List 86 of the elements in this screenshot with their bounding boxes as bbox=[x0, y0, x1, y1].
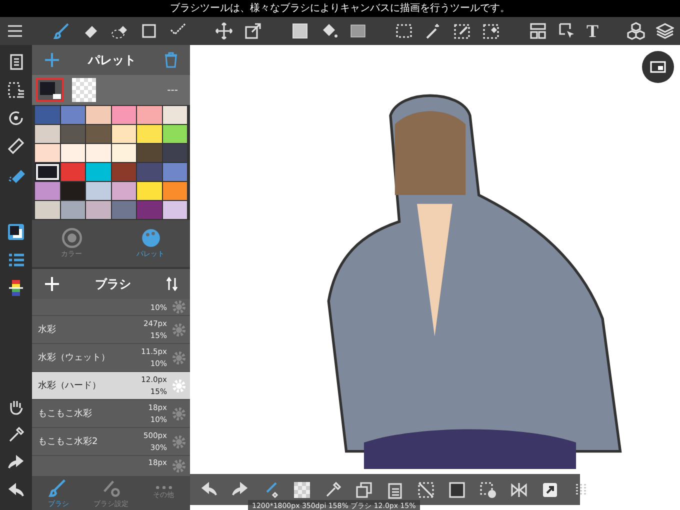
brush-name: 水彩（ウェット） bbox=[38, 352, 111, 364]
pages-icon[interactable] bbox=[7, 53, 25, 71]
tool-hint-text: ブラシツールは、様々なブラシによりキャンバスに描画を行うツールです。 bbox=[0, 0, 680, 17]
color-swatch[interactable] bbox=[35, 144, 60, 162]
color-swatch[interactable] bbox=[60, 106, 85, 124]
color-swatch-icon[interactable] bbox=[7, 223, 25, 241]
selection-pen-icon[interactable] bbox=[453, 22, 471, 40]
eyedropper-icon[interactable] bbox=[7, 426, 25, 444]
gradient-icon[interactable] bbox=[348, 22, 366, 40]
color-swatch[interactable] bbox=[35, 125, 60, 143]
color-swatch[interactable] bbox=[112, 106, 136, 124]
color-swatch[interactable] bbox=[112, 125, 136, 143]
color-swatch[interactable] bbox=[60, 144, 85, 162]
brush-name: もこもこ水彩 bbox=[38, 408, 93, 420]
paste-icon[interactable] bbox=[386, 480, 404, 498]
transform-icon[interactable] bbox=[244, 22, 262, 40]
transparent-swatch-icon[interactable] bbox=[293, 480, 311, 498]
brush-name: 水彩（ハード） bbox=[38, 380, 102, 392]
fill-selection-icon[interactable] bbox=[448, 480, 466, 498]
color-swatch[interactable] bbox=[86, 106, 110, 124]
cubes-icon[interactable] bbox=[627, 22, 646, 40]
shortcut-icon[interactable] bbox=[541, 480, 559, 498]
more-icon bbox=[156, 486, 172, 490]
color-swatch[interactable] bbox=[137, 201, 162, 219]
color-swatch[interactable] bbox=[60, 201, 85, 219]
sort-icon[interactable] bbox=[166, 277, 178, 291]
color-swatch[interactable] bbox=[35, 163, 60, 181]
color-swatch[interactable] bbox=[162, 125, 187, 143]
menu-icon[interactable] bbox=[6, 22, 24, 40]
color-swatch[interactable] bbox=[86, 182, 110, 200]
brush-name: 水彩 bbox=[38, 324, 57, 336]
current-color-icon[interactable] bbox=[36, 78, 64, 102]
color-swatch[interactable] bbox=[112, 163, 136, 181]
color-square-icon[interactable] bbox=[290, 22, 308, 40]
color-swatch[interactable] bbox=[137, 163, 162, 181]
color-swatch[interactable] bbox=[60, 125, 85, 143]
copy-icon[interactable] bbox=[355, 480, 373, 498]
rotate-icon[interactable] bbox=[7, 109, 25, 127]
selection-icon[interactable] bbox=[395, 22, 413, 40]
eyedropper-icon[interactable] bbox=[324, 480, 342, 498]
brush-name: もこもこ水彩2 bbox=[38, 436, 99, 448]
color-swatch[interactable] bbox=[112, 201, 136, 219]
color-swatch[interactable] bbox=[35, 182, 60, 200]
navigator-icon[interactable] bbox=[642, 51, 674, 83]
color-swatch[interactable] bbox=[86, 201, 110, 219]
rectangle-icon[interactable] bbox=[140, 22, 158, 40]
color-swatch[interactable] bbox=[162, 163, 187, 181]
layer-list-icon[interactable] bbox=[7, 251, 25, 269]
color-wheel-icon bbox=[62, 228, 82, 248]
hand-icon[interactable] bbox=[7, 398, 25, 416]
color-spectrum-icon[interactable] bbox=[7, 279, 25, 297]
magic-wand-icon[interactable] bbox=[424, 22, 442, 40]
color-swatch[interactable] bbox=[137, 106, 162, 124]
color-swatch[interactable] bbox=[162, 144, 187, 162]
layers-icon[interactable] bbox=[656, 22, 674, 40]
color-swatch[interactable] bbox=[60, 163, 85, 181]
color-swatch[interactable] bbox=[137, 144, 162, 162]
color-swatch[interactable] bbox=[112, 182, 136, 200]
color-swatch[interactable] bbox=[162, 201, 187, 219]
color-swatch[interactable] bbox=[112, 144, 136, 162]
flip-icon[interactable] bbox=[510, 480, 528, 498]
text-tool-button[interactable]: T bbox=[586, 22, 599, 40]
transparent-swatch[interactable] bbox=[72, 78, 96, 102]
selection-list-icon[interactable] bbox=[7, 81, 25, 99]
color-swatch[interactable] bbox=[137, 182, 162, 200]
color-swatch[interactable] bbox=[86, 163, 110, 181]
panel-layout-icon[interactable] bbox=[528, 22, 546, 40]
panel-title: ブラシ bbox=[95, 276, 131, 292]
panel-title: パレット bbox=[88, 52, 136, 68]
clear-icon[interactable] bbox=[417, 480, 435, 498]
color-swatch[interactable] bbox=[35, 106, 60, 124]
select-pointer-icon[interactable] bbox=[558, 22, 576, 40]
color-swatch[interactable] bbox=[86, 144, 110, 162]
color-swatch[interactable] bbox=[60, 182, 85, 200]
trash-icon[interactable] bbox=[164, 52, 178, 68]
selection-eraser-icon[interactable] bbox=[482, 22, 500, 40]
color-swatch[interactable] bbox=[35, 201, 60, 219]
color-swatch[interactable] bbox=[137, 125, 162, 143]
brush-icon[interactable] bbox=[52, 22, 70, 40]
ruler-icon[interactable] bbox=[7, 137, 25, 155]
move-icon[interactable] bbox=[215, 22, 233, 40]
color-swatch[interactable] bbox=[86, 125, 110, 143]
color-swatch[interactable] bbox=[162, 106, 187, 124]
palette-icon bbox=[140, 228, 160, 248]
color-label: --- bbox=[167, 84, 179, 96]
color-swatch[interactable] bbox=[162, 182, 187, 200]
